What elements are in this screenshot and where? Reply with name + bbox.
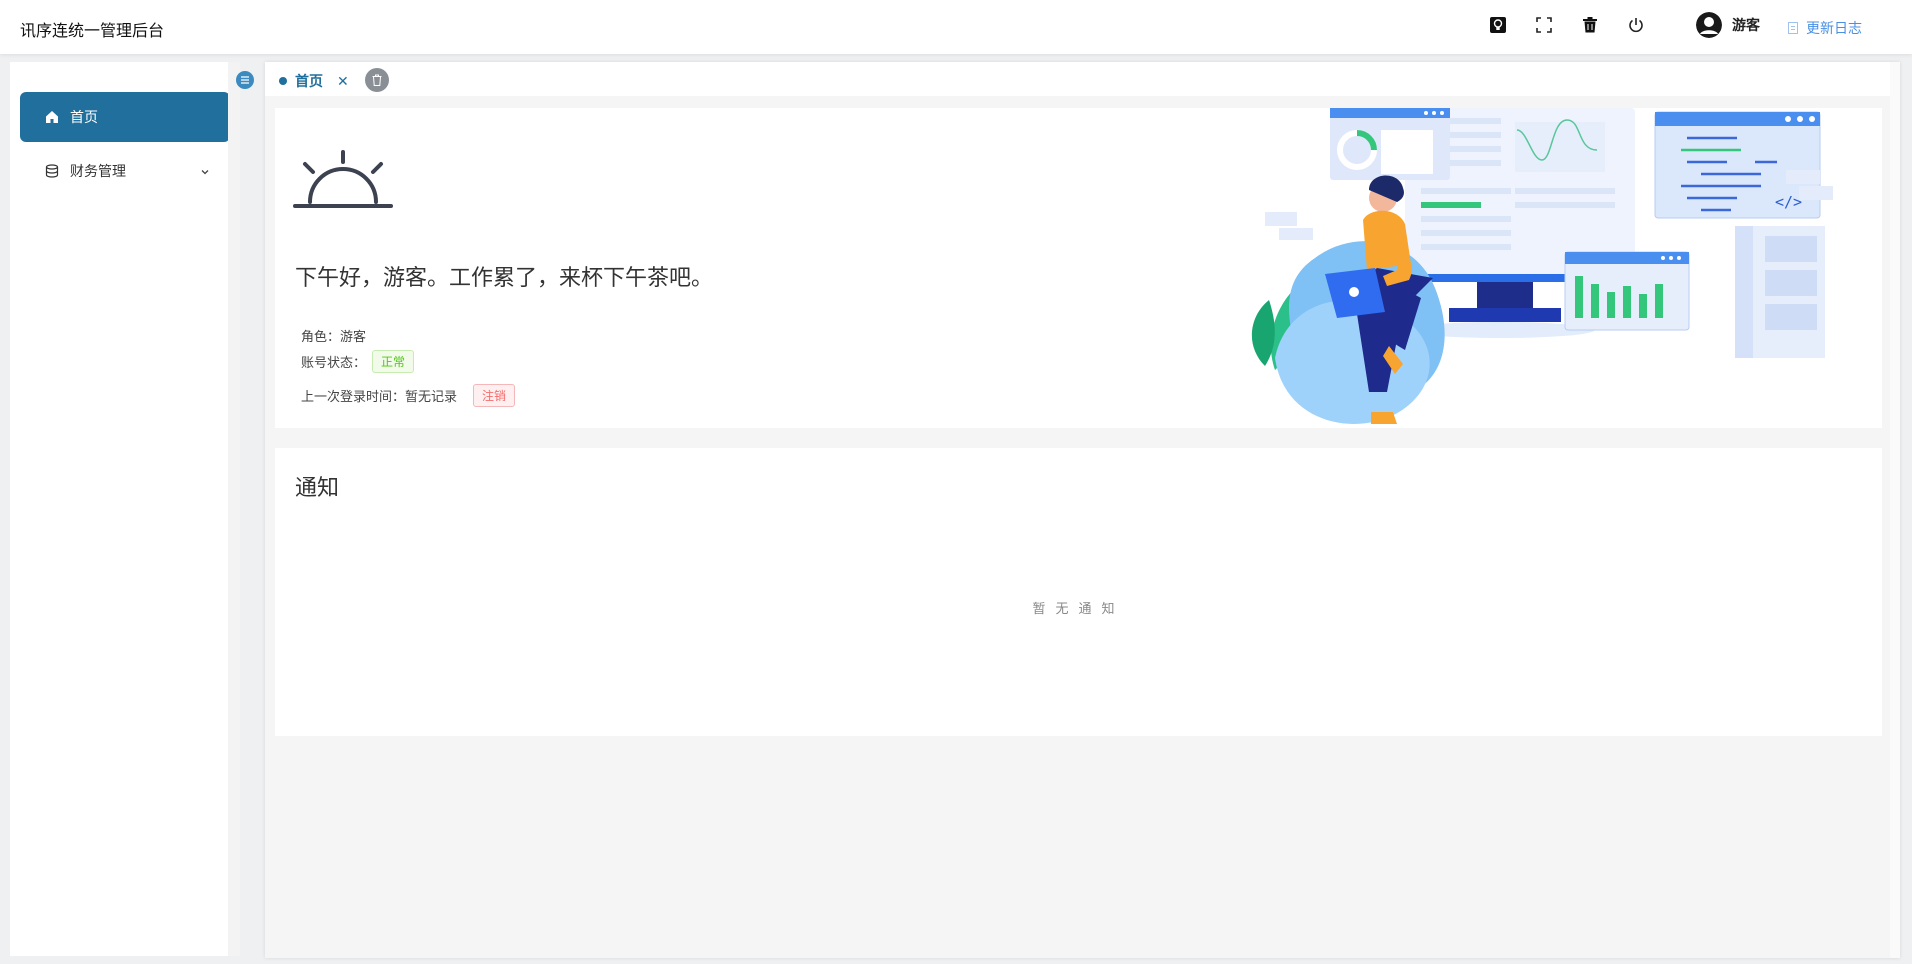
main-content: 首页 ✕ 下午好，游客。工作累了，来杯下午茶吧。 角色： 游客 账号状态： 正常: [265, 62, 1900, 958]
workspace-illustration: </>: [1251, 108, 1833, 424]
status-badge: 正常: [372, 350, 415, 373]
power-icon[interactable]: [1626, 14, 1646, 36]
fullscreen-icon[interactable]: [1534, 14, 1554, 36]
changelog-link[interactable]: 更新日志: [1788, 18, 1862, 38]
trash-icon[interactable]: [1580, 14, 1600, 36]
sidebar: 首页 财务管理: [10, 62, 240, 956]
welcome-card: 下午好，游客。工作累了，来杯下午茶吧。 角色： 游客 账号状态： 正常 上一次登…: [275, 108, 1882, 428]
role-value: 游客: [340, 329, 367, 344]
sidebar-item-label: 财务管理: [70, 163, 126, 179]
status-row: 账号状态： 正常: [301, 350, 415, 373]
role-row: 角色： 游客: [301, 326, 366, 345]
close-icon[interactable]: ✕: [337, 73, 349, 90]
logout-button[interactable]: 注销: [473, 384, 516, 407]
clear-tabs-button[interactable]: [365, 68, 389, 92]
sidebar-item-label: 首页: [70, 109, 98, 125]
notice-card: 通知 暂无通知: [275, 448, 1882, 736]
sunrise-icon: [293, 150, 393, 208]
role-label: 角色：: [301, 329, 341, 344]
svg-text:</>: </>: [1775, 193, 1802, 211]
sidebar-item-finance[interactable]: 财务管理: [20, 146, 230, 196]
last-login-label: 上一次登录时间：: [301, 389, 406, 404]
notice-title: 通知: [295, 475, 340, 500]
sidebar-scrollbar[interactable]: [228, 62, 240, 956]
top-bar: 讯序连统一管理后台 游客 更新日志: [0, 0, 1912, 54]
tab-label: 首页: [295, 73, 323, 89]
collapse-sidebar-button[interactable]: [236, 71, 254, 89]
home-icon: [44, 109, 60, 125]
empty-notice-text: 暂无通知: [1032, 601, 1125, 616]
lightbulb-icon[interactable]: [1488, 14, 1508, 36]
status-label: 账号状态：: [301, 355, 367, 370]
user-menu[interactable]: 游客: [1696, 12, 1760, 38]
tab-bar: 首页 ✕: [265, 62, 1890, 96]
user-name: 游客: [1732, 17, 1760, 33]
avatar: [1696, 12, 1722, 38]
chevron-down-icon: [200, 164, 210, 180]
sidebar-item-home[interactable]: 首页: [20, 92, 230, 142]
tab-home[interactable]: 首页 ✕: [279, 71, 349, 91]
header-toolbar: [1488, 14, 1672, 36]
changelog-label: 更新日志: [1806, 20, 1862, 36]
document-icon: [1788, 22, 1798, 34]
app-title: 讯序连统一管理后台: [20, 23, 165, 40]
greeting-text: 下午好，游客。工作累了，来杯下午茶吧。: [295, 265, 714, 290]
active-dot: [279, 77, 287, 85]
last-login-row: 上一次登录时间： 暂无记录 注销: [301, 384, 516, 407]
main-scrollbar[interactable]: [1890, 62, 1900, 958]
database-icon: [44, 163, 60, 179]
last-login-value: 暂无记录: [405, 389, 458, 404]
